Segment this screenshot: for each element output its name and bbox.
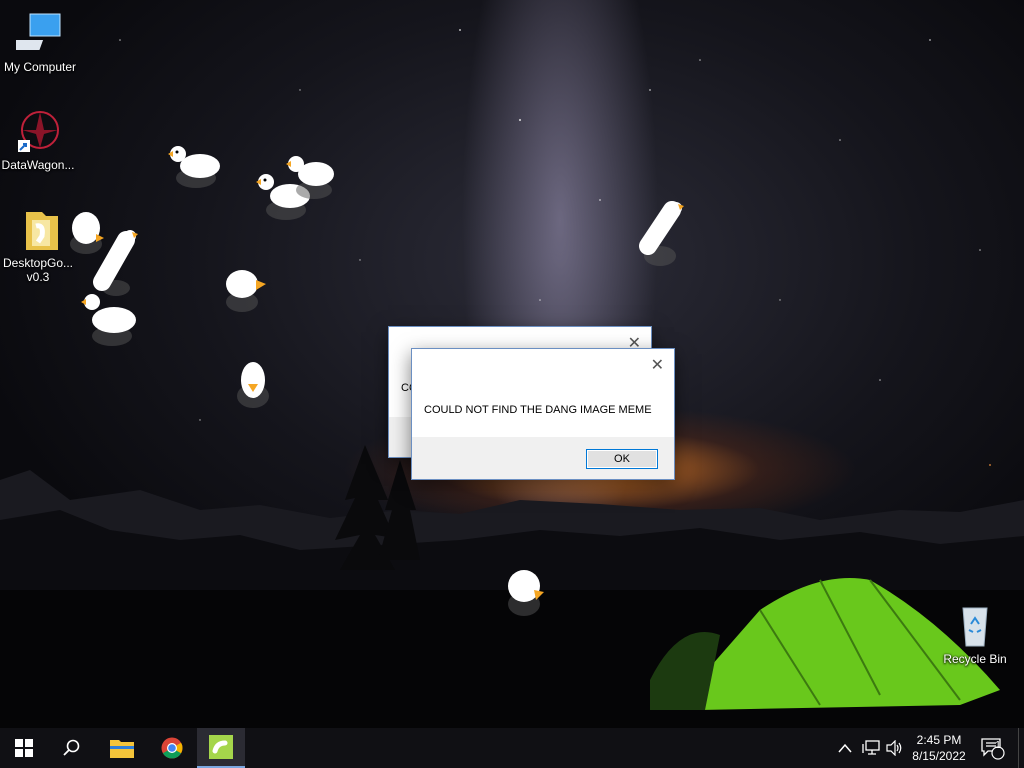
goose-sprite[interactable] <box>92 226 142 300</box>
dialog-body <box>412 349 674 437</box>
desktop-icon-label: DataWagon... <box>1 158 75 172</box>
message-box[interactable]: ✕ COULD NOT FIND THE DANG IMAGE MEME OK <box>411 348 675 480</box>
taskbar-desktop-goose[interactable] <box>197 728 245 768</box>
desktop-icon-recycle-bin[interactable]: Recycle Bin <box>937 602 1013 666</box>
show-desktop-button[interactable] <box>1018 728 1024 768</box>
goose-sprite[interactable] <box>284 152 340 202</box>
desktop-icon-label: DesktopGo... <box>2 256 74 270</box>
goose-sprite[interactable] <box>218 262 270 314</box>
dialog-message: COULD NOT FIND THE DANG IMAGE MEME <box>424 404 652 416</box>
desktop-icon-my-computer[interactable]: My Computer <box>2 10 78 74</box>
goose-sprite[interactable] <box>636 198 688 270</box>
recycle-bin-icon <box>951 602 999 650</box>
desktop-icon-desktopgoose[interactable]: DesktopGo... v0.3 <box>0 206 76 284</box>
taskbar: 2:45 PM 8/15/2022 1 <box>0 728 1024 768</box>
taskbar-file-explorer[interactable] <box>98 728 146 768</box>
start-button[interactable] <box>0 728 48 768</box>
notifications-icon <box>981 738 1005 760</box>
search-icon <box>63 739 80 756</box>
chevron-up-icon <box>838 743 852 753</box>
desktop[interactable]: My Computer DataWagon... DesktopGo... v0… <box>0 0 1024 728</box>
desktop-icon-label-line2: v0.3 <box>26 270 50 284</box>
chrome-icon <box>161 737 183 759</box>
computer-icon <box>9 10 64 58</box>
tray-network[interactable] <box>862 728 880 768</box>
goose-sprite[interactable] <box>78 290 140 348</box>
goose-sprite[interactable] <box>164 140 224 190</box>
clock-date: 8/15/2022 <box>912 749 966 763</box>
desktop-icon-label: Recycle Bin <box>943 652 1007 666</box>
datawagon-icon <box>14 108 62 156</box>
ok-button[interactable]: OK <box>586 449 658 469</box>
taskbar-clock[interactable]: 2:45 PM 8/15/2022 <box>906 732 972 764</box>
network-icon <box>862 740 880 755</box>
clock-time: 2:45 PM <box>916 733 962 747</box>
tray-overflow-chevron[interactable] <box>838 728 852 768</box>
desktop-goose-icon <box>209 735 233 759</box>
search-button[interactable] <box>48 728 96 768</box>
taskbar-chrome[interactable] <box>148 728 196 768</box>
close-button[interactable]: ✕ <box>651 355 664 375</box>
speaker-icon <box>886 740 902 756</box>
folder-icon <box>110 740 134 758</box>
goose-sprite[interactable] <box>232 358 274 410</box>
folder-icon <box>14 206 62 254</box>
goose-sprite[interactable] <box>502 564 548 618</box>
desktop-icon-datawagon[interactable]: DataWagon... <box>0 108 76 172</box>
windows-icon <box>15 739 33 757</box>
notification-count-badge: 1 <box>995 740 1001 751</box>
tray-volume[interactable] <box>886 728 904 768</box>
action-center-button[interactable]: 1 <box>980 728 1006 768</box>
desktop-icon-label: My Computer <box>3 60 77 74</box>
